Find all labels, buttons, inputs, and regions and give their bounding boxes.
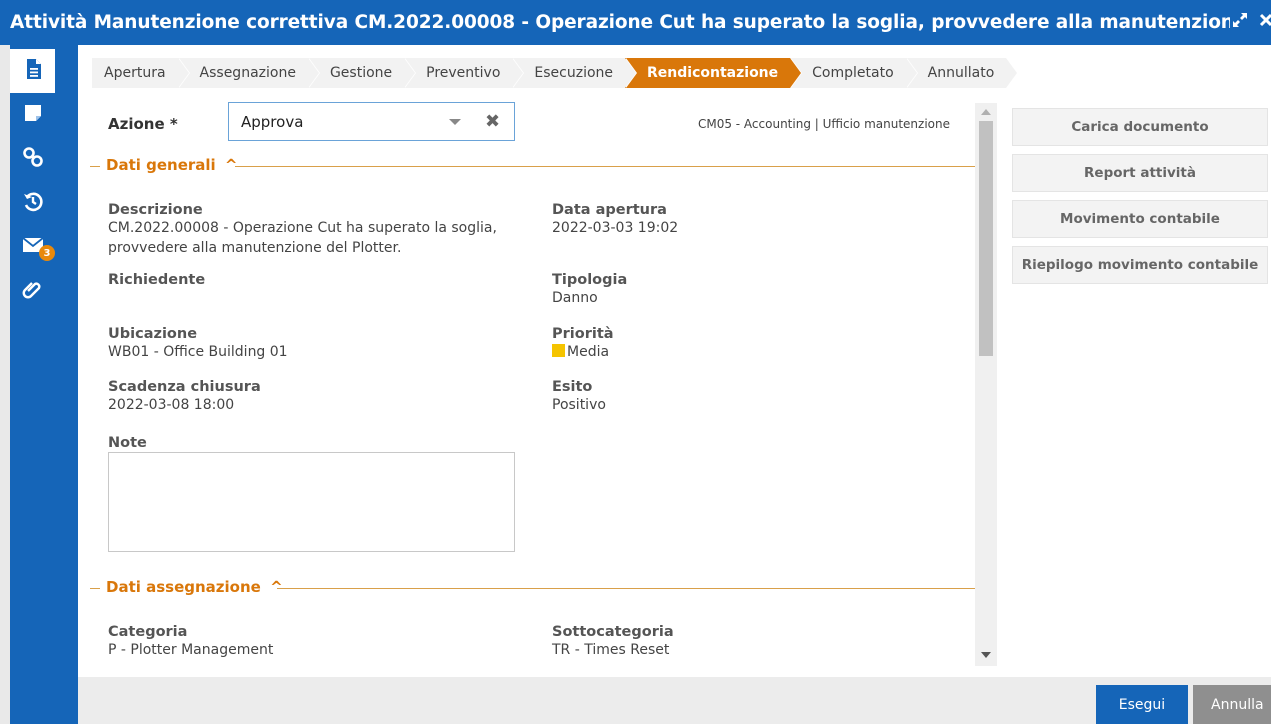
step-rendicontazione[interactable]: Rendicontazione — [625, 58, 803, 88]
step-assegnazione[interactable]: Assegnazione — [177, 58, 321, 88]
priority-color-swatch — [552, 344, 565, 357]
scroll-up-arrow[interactable] — [981, 109, 991, 115]
esito-label: Esito — [552, 379, 593, 395]
annulla-button[interactable]: Annulla — [1193, 685, 1271, 724]
form-content: Azione * Approva ✖ CM05 - Accounting | U… — [78, 98, 975, 668]
document-icon — [22, 58, 44, 84]
attachment-icon — [22, 278, 44, 304]
content-scrollbar[interactable] — [975, 103, 997, 666]
section-divider — [90, 166, 100, 167]
section-header-dati-assegnazione[interactable]: Dati assegnazione ^ — [106, 578, 291, 596]
tipologia-label: Tipologia — [552, 272, 628, 288]
step-apertura[interactable]: Apertura — [92, 58, 189, 88]
note-icon — [22, 102, 44, 128]
mail-count-badge: 3 — [39, 245, 55, 261]
context-info: CM05 - Accounting | Ufficio manutenzione — [697, 117, 950, 131]
sidebar: 3 — [10, 45, 78, 724]
carica-documento-button[interactable]: Carica documento — [1012, 108, 1268, 146]
descrizione-value-line2: provvedere alla manutenzione del Plotter… — [108, 240, 402, 256]
section-title: Dati generali — [106, 156, 216, 174]
sidebar-item-document[interactable] — [10, 49, 55, 93]
azione-label: Azione * — [108, 115, 178, 133]
step-annullato[interactable]: Annullato — [905, 58, 1018, 88]
step-preventivo[interactable]: Preventivo — [404, 58, 525, 88]
chevron-down-icon[interactable] — [449, 119, 461, 125]
left-edge — [0, 45, 10, 724]
field-data-apertura: Data apertura 2022-03-03 19:02 — [552, 202, 678, 238]
scadenza-value: 2022-03-08 18:00 — [108, 397, 235, 413]
link-icon — [22, 146, 44, 172]
sidebar-item-note[interactable] — [10, 93, 55, 137]
actions-panel: Carica documento Report attività Movimen… — [1012, 108, 1268, 292]
ubicazione-label: Ubicazione — [108, 326, 198, 342]
section-header-dati-generali[interactable]: Dati generali ^ — [106, 156, 246, 174]
window-title: Attività Manutenzione correttiva CM.2022… — [10, 12, 1230, 33]
scroll-down-arrow[interactable] — [981, 652, 991, 658]
field-ubicazione: Ubicazione WB01 - Office Building 01 — [108, 326, 288, 362]
azione-value: Approva — [241, 112, 304, 131]
clear-icon[interactable]: ✖ — [485, 111, 500, 132]
field-note: Note — [108, 435, 147, 451]
data-apertura-label: Data apertura — [552, 202, 667, 218]
close-icon[interactable] — [1259, 12, 1271, 31]
categoria-value: P - Plotter Management — [108, 642, 274, 658]
chevron-up-icon[interactable]: ^ — [270, 578, 283, 596]
data-apertura-value: 2022-03-03 19:02 — [552, 220, 679, 236]
report-attivita-button[interactable]: Report attività — [1012, 154, 1268, 192]
scroll-thumb[interactable] — [979, 121, 993, 356]
sidebar-item-history[interactable] — [10, 181, 55, 225]
descrizione-value-line1: CM.2022.00008 - Operazione Cut ha supera… — [108, 220, 497, 236]
section-dati-generali: Dati generali ^ — [90, 156, 975, 176]
sottocategoria-label: Sottocategoria — [552, 624, 674, 640]
sottocategoria-value: TR - Times Reset — [552, 642, 670, 658]
expand-icon[interactable] — [1232, 12, 1248, 32]
sidebar-item-link[interactable] — [10, 137, 55, 181]
dialog-footer: Esegui Annulla — [78, 677, 1271, 724]
categoria-label: Categoria — [108, 624, 188, 640]
window-titlebar: Attività Manutenzione correttiva CM.2022… — [0, 0, 1271, 45]
azione-select[interactable]: Approva ✖ — [228, 102, 515, 141]
ubicazione-value: WB01 - Office Building 01 — [108, 344, 288, 360]
note-textarea[interactable] — [108, 452, 515, 552]
section-dati-assegnazione: Dati assegnazione ^ — [90, 578, 975, 598]
workflow-stepper: Apertura Assegnazione Gestione Preventiv… — [92, 58, 1018, 88]
field-richiedente: Richiedente — [108, 272, 205, 288]
field-descrizione: Descrizione CM.2022.00008 - Operazione C… — [108, 202, 528, 258]
esito-value: Positivo — [552, 397, 606, 413]
field-sottocategoria: Sottocategoria TR - Times Reset — [552, 624, 674, 660]
step-esecuzione[interactable]: Esecuzione — [512, 58, 637, 88]
priorita-value: Media — [552, 342, 614, 362]
field-esito: Esito Positivo — [552, 379, 606, 415]
step-gestione[interactable]: Gestione — [307, 58, 417, 88]
sidebar-item-mail[interactable]: 3 — [10, 225, 55, 269]
scadenza-label: Scadenza chiusura — [108, 379, 261, 395]
movimento-contabile-button[interactable]: Movimento contabile — [1012, 200, 1268, 238]
richiedente-label: Richiedente — [108, 272, 206, 288]
riepilogo-movimento-contabile-button[interactable]: Riepilogo movimento contabile — [1012, 246, 1268, 284]
priorita-label: Priorità — [552, 326, 614, 342]
section-divider — [235, 166, 975, 167]
section-title: Dati assegnazione — [106, 578, 261, 596]
section-divider — [90, 588, 100, 589]
field-tipologia: Tipologia Danno — [552, 272, 627, 308]
history-icon — [22, 190, 44, 216]
field-categoria: Categoria P - Plotter Management — [108, 624, 273, 660]
section-divider — [277, 588, 975, 589]
step-completato[interactable]: Completato — [790, 58, 918, 88]
chevron-up-icon[interactable]: ^ — [225, 156, 238, 174]
esegui-button[interactable]: Esegui — [1096, 685, 1188, 724]
note-label: Note — [108, 435, 147, 451]
sidebar-item-attachment[interactable] — [10, 269, 55, 313]
tipologia-value: Danno — [552, 290, 598, 306]
field-priorita: Priorità Media — [552, 326, 614, 362]
priorita-text: Media — [567, 344, 610, 360]
descrizione-label: Descrizione — [108, 202, 203, 218]
field-scadenza-chiusura: Scadenza chiusura 2022-03-08 18:00 — [108, 379, 261, 415]
